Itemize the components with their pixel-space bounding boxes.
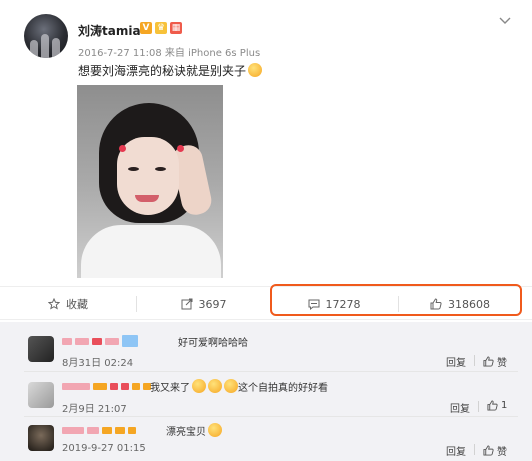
comment-text-suffix: 这个自拍真的好好看 bbox=[238, 383, 328, 394]
comment-like-count: 1 bbox=[501, 400, 508, 411]
comment-list: 好可爱啊哈哈哈 8月31日 02:24 回复 赞 我又来了 这个自拍真的好好看 2… bbox=[0, 322, 532, 461]
favorite-label: 收藏 bbox=[66, 298, 88, 311]
commenter-avatar[interactable] bbox=[28, 425, 54, 451]
commenter-name-redacted[interactable] bbox=[62, 381, 151, 391]
post-text: 想要刘海漂亮的秘诀就是别夹子 bbox=[78, 62, 263, 79]
comment-text: 漂亮宝贝 bbox=[166, 423, 222, 438]
emoji-icon bbox=[208, 379, 222, 393]
comment-like-label: 赞 bbox=[497, 358, 507, 369]
comment-item: 好可爱啊哈哈哈 8月31日 02:24 回复 赞 bbox=[0, 328, 532, 372]
comment-like-button[interactable]: 1 bbox=[487, 400, 507, 411]
comment-text-content: 漂亮宝贝 bbox=[166, 427, 206, 438]
favorite-button[interactable]: 收藏 bbox=[0, 287, 136, 321]
post-text-content: 想要刘海漂亮的秘诀就是别夹子 bbox=[78, 64, 247, 78]
user-avatar[interactable] bbox=[24, 14, 68, 58]
reply-button[interactable]: 回复 bbox=[450, 400, 470, 415]
crown-icon: ♛ bbox=[155, 22, 167, 34]
highlight-box bbox=[270, 284, 522, 316]
comment-like-button[interactable]: 赞 bbox=[483, 443, 507, 458]
verified-icon: V bbox=[140, 22, 152, 34]
comment-text: 好可爱啊哈哈哈 bbox=[178, 338, 248, 349]
commenter-avatar[interactable] bbox=[28, 336, 54, 362]
repost-count: 3697 bbox=[198, 297, 227, 311]
repost-button[interactable]: 3697 bbox=[137, 287, 270, 321]
comment-date: 2019-9-27 01:15 bbox=[62, 443, 146, 454]
chevron-down-icon[interactable] bbox=[498, 14, 512, 28]
comment-date: 8月31日 02:24 bbox=[62, 358, 134, 369]
post-photo[interactable] bbox=[77, 85, 223, 278]
star-icon bbox=[48, 298, 60, 310]
sleepy-emoji-icon bbox=[248, 63, 263, 77]
emoji-icon bbox=[224, 379, 238, 393]
repost-icon bbox=[181, 298, 192, 310]
post-meta: 2016-7-27 11:08 来自 iPhone 6s Plus bbox=[78, 48, 261, 59]
commenter-name-redacted[interactable] bbox=[62, 425, 136, 435]
thumbs-up-icon bbox=[487, 400, 498, 411]
comment-item: 我又来了 这个自拍真的好好看 2月9日 21:07 回复 1 bbox=[0, 372, 532, 416]
comment-text: 我又来了 这个自拍真的好好看 bbox=[150, 379, 328, 394]
thumbs-up-icon bbox=[483, 445, 494, 456]
comment-text-prefix: 我又来了 bbox=[150, 383, 190, 394]
commenter-name-redacted[interactable] bbox=[62, 335, 138, 347]
commenter-avatar[interactable] bbox=[28, 382, 54, 408]
reply-button[interactable]: 回复 bbox=[446, 354, 466, 369]
comment-like-button[interactable]: 赞 bbox=[483, 354, 507, 369]
emoji-icon bbox=[208, 423, 222, 437]
username[interactable]: 刘涛tamia bbox=[78, 22, 141, 39]
thumbs-up-icon bbox=[483, 356, 494, 367]
reply-button[interactable]: 回复 bbox=[446, 443, 466, 458]
comment-like-label: 赞 bbox=[497, 447, 507, 458]
comment-item: 漂亮宝贝 2019-9-27 01:15 回复 赞 bbox=[0, 417, 532, 461]
emoji-icon bbox=[192, 379, 206, 393]
member-icon: ▦ bbox=[170, 22, 182, 34]
weibo-post: 刘涛tamia V ♛ ▦ 2016-7-27 11:08 来自 iPhone … bbox=[0, 0, 532, 320]
comment-date: 2月9日 21:07 bbox=[62, 404, 127, 415]
